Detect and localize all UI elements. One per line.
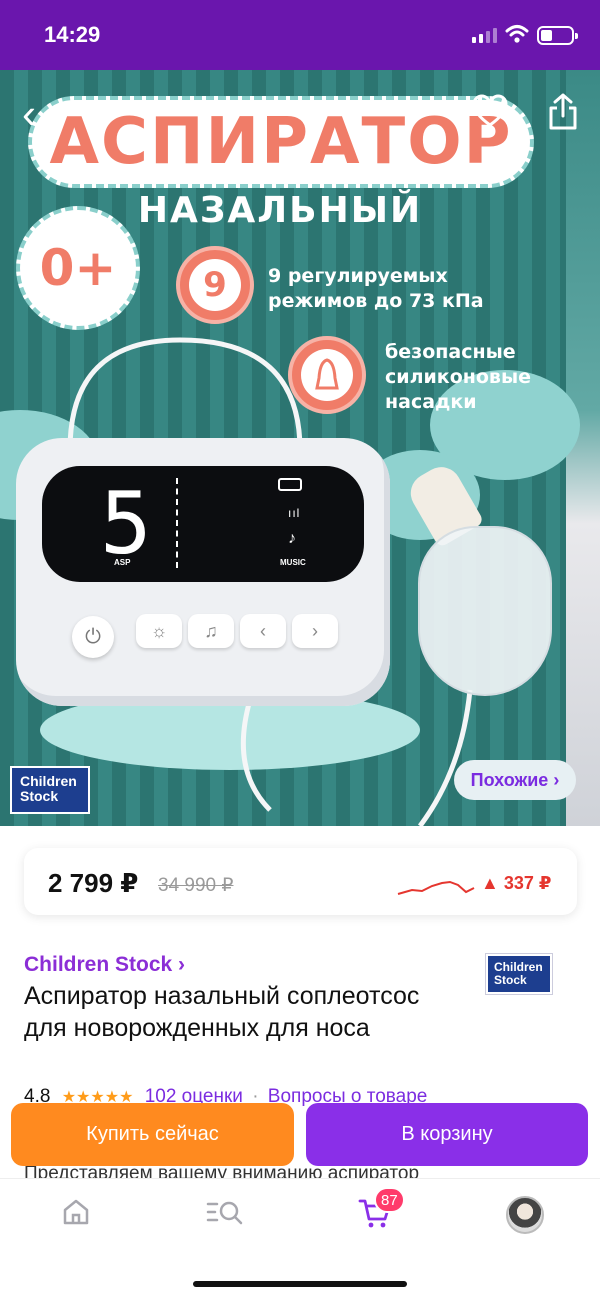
cellular-signal-icon: [472, 28, 497, 43]
bottom-tab-bar: 87: [0, 1178, 600, 1297]
favorite-heart-icon[interactable]: [472, 94, 508, 128]
device-light-icon: ☼: [136, 614, 182, 648]
seller-link[interactable]: Children Stock ›: [24, 953, 185, 977]
similar-products-button[interactable]: Похожие ›: [454, 760, 576, 800]
product-title: Аспиратор назальный соплеотсос для новор…: [24, 982, 420, 1042]
price-change: ▲ 337 ₽: [481, 873, 552, 893]
device-power-icon: ⏻: [72, 616, 114, 658]
device-battery-icon: [278, 478, 302, 491]
device-screen: 5 ASP ııl ♪ MUSIC: [42, 466, 364, 582]
cart-count-badge: 87: [374, 1187, 405, 1213]
brand-logo-line2: Stock: [20, 788, 59, 804]
device-right-icon: ›: [292, 614, 338, 648]
product-image-gallery[interactable]: АСПИРАТОР НАЗАЛЬНЫЙ 0+ 9 9 регулируемых …: [0, 70, 600, 826]
device-level-icon: ııl: [288, 506, 301, 520]
device-asp-label: ASP: [114, 558, 131, 567]
device-note-icon: ♫: [188, 614, 234, 648]
status-time: 14:29: [44, 22, 101, 47]
device-buttons: ☼ ♫ ‹ ›: [136, 614, 338, 648]
brand-logo: Children Stock: [10, 766, 90, 814]
seller-logo-line2: Stock: [494, 973, 527, 987]
price-card[interactable]: 2 799 ₽ 34 990 ₽ ▲ 337 ₽: [24, 848, 577, 915]
aspirator-bottle: [418, 526, 552, 696]
share-icon[interactable]: [547, 92, 579, 132]
catalog-search-icon[interactable]: [206, 1197, 244, 1227]
battery-icon: [537, 26, 578, 45]
status-bar: 14:29: [0, 0, 600, 70]
back-button[interactable]: ‹: [22, 93, 36, 135]
old-price: 34 990 ₽: [158, 875, 234, 896]
wifi-icon: [505, 25, 529, 43]
brand-logo-line1: Children: [20, 773, 77, 789]
seller-logo[interactable]: Children Stock: [485, 953, 553, 995]
device-divider: [176, 478, 178, 568]
device-music-label: MUSIC: [280, 558, 306, 567]
aspirator-device: 5 ASP ııl ♪ MUSIC ☼ ♫ ‹ ›: [16, 438, 390, 706]
current-price: 2 799 ₽: [48, 868, 139, 898]
device-music-icon: ♪: [288, 530, 296, 547]
profile-avatar[interactable]: [506, 1196, 544, 1234]
buy-now-button[interactable]: Купить сейчас: [11, 1103, 294, 1166]
add-to-cart-button[interactable]: В корзину: [306, 1103, 588, 1166]
device-left-icon: ‹: [240, 614, 286, 648]
price-history-sparkline: [397, 880, 475, 895]
home-indicator: [193, 1281, 407, 1287]
home-icon[interactable]: [61, 1197, 91, 1227]
